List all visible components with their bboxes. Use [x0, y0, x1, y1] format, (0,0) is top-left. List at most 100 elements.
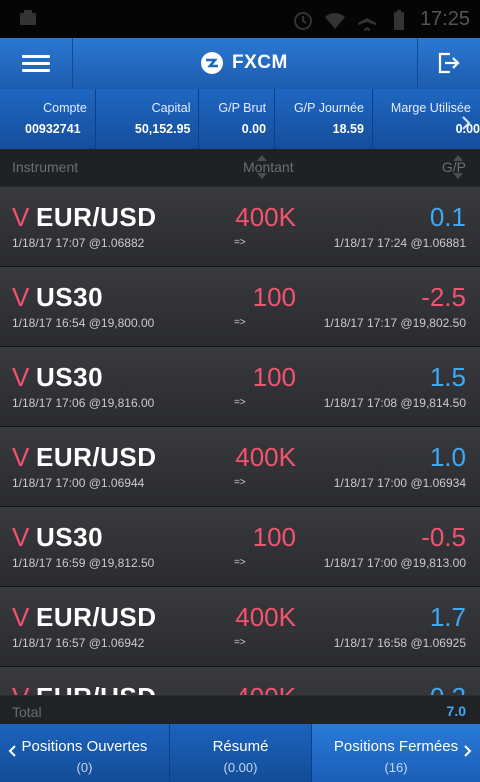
- position-arrow: =>: [234, 637, 246, 648]
- position-arrow: =>: [234, 477, 246, 488]
- position-side: V: [12, 202, 30, 232]
- position-side: V: [12, 282, 30, 312]
- position-close-info: 1/18/17 16:58 @1.06925: [333, 636, 466, 650]
- position-open-info: 1/18/17 17:07 @1.06882: [12, 236, 145, 250]
- tab-count: (16): [384, 760, 408, 775]
- wifi-icon: [324, 12, 345, 29]
- position-arrow: =>: [234, 237, 246, 248]
- position-open-info: 1/18/17 16:59 @19,812.50: [12, 556, 155, 570]
- summary-capital: Capital 50,152.95: [96, 89, 200, 149]
- photo-notification-icon: [20, 10, 36, 25]
- chevron-left-icon[interactable]: [8, 744, 18, 758]
- position-row[interactable]: V EUR/USD 400K 0.2: [0, 667, 480, 695]
- position-symbol: EUR/USD: [36, 602, 157, 632]
- position-pl: -0.5: [421, 522, 466, 552]
- position-pl: 1.7: [429, 602, 466, 632]
- summary-daily-pl: G/P Journée 18.59: [275, 89, 373, 149]
- brand: FXCM: [200, 51, 288, 75]
- position-arrow: =>: [234, 557, 246, 568]
- logout-icon: [438, 52, 460, 74]
- app-title: FXCM: [232, 52, 288, 73]
- position-close-info: 1/18/17 17:08 @19,814.50: [323, 396, 466, 410]
- tab-label: Positions Ouvertes: [21, 738, 148, 755]
- summary-label: G/P Journée: [293, 101, 364, 115]
- position-close-info: 1/18/17 17:17 @19,802.50: [323, 316, 466, 330]
- logout-button[interactable]: [417, 38, 480, 89]
- position-arrow: =>: [234, 397, 246, 408]
- tab-closed-positions[interactable]: Positions Fermées (16): [312, 724, 480, 782]
- column-instrument[interactable]: Instrument: [12, 159, 78, 175]
- positions-list[interactable]: V EUR/USD 400K 0.1 1/18/17 17:07 @1.0688…: [0, 187, 480, 695]
- position-row[interactable]: V US30 100 -2.5 1/18/17 16:54 @19,800.00…: [0, 267, 480, 347]
- position-side: V: [12, 682, 29, 695]
- menu-icon: [22, 55, 50, 58]
- total-row: Total 7.0: [0, 695, 480, 725]
- position-symbol: US30: [36, 522, 104, 552]
- summary-value: 0.00: [241, 122, 267, 136]
- position-amount: 400K: [235, 602, 296, 632]
- chevron-right-icon[interactable]: [462, 744, 472, 758]
- position-open-info: 1/18/17 16:57 @1.06942: [12, 636, 145, 650]
- status-time: 17:25: [419, 8, 470, 30]
- position-close-info: 1/18/17 17:00 @19,813.00: [323, 556, 466, 570]
- position-row[interactable]: V EUR/USD 400K 1.0 1/18/17 17:00 @1.0694…: [0, 427, 480, 507]
- position-arrow: =>: [234, 317, 246, 328]
- position-open-info: 1/18/17 16:54 @19,800.00: [12, 316, 155, 330]
- sort-icon: [257, 155, 267, 179]
- position-amount: 400K: [235, 682, 296, 695]
- position-close-info: 1/18/17 17:00 @1.06934: [333, 476, 466, 490]
- summary-value: 18.59: [332, 122, 364, 136]
- summary-gross-pl: G/P Brut 0.00: [199, 89, 276, 149]
- position-open-info: 1/18/17 17:00 @1.06944: [12, 476, 145, 490]
- alarm-icon: [293, 11, 312, 30]
- position-symbol: EUR/USD: [36, 202, 157, 232]
- position-pl: 0.1: [429, 202, 466, 232]
- summary-value: 00932741: [25, 122, 81, 136]
- sort-icon: [453, 155, 463, 179]
- tab-label: Positions Fermées: [333, 738, 459, 755]
- position-close-info: 1/18/17 17:24 @1.06881: [333, 236, 466, 250]
- position-row[interactable]: V EUR/USD 400K 0.1 1/18/17 17:07 @1.0688…: [0, 187, 480, 267]
- position-amount: 100: [252, 282, 296, 312]
- tab-count: (0.00): [223, 760, 258, 775]
- tab-open-positions[interactable]: Positions Ouvertes (0): [0, 724, 170, 782]
- menu-icon-bar: [22, 62, 50, 65]
- position-amount: 400K: [235, 202, 296, 232]
- position-pl: 1.5: [429, 362, 466, 392]
- position-symbol: US30: [36, 282, 104, 312]
- tab-count: (0): [76, 760, 93, 775]
- position-side: V: [12, 602, 30, 632]
- summary-account: Compte 00932741: [0, 89, 96, 149]
- summary-label: Capital: [151, 101, 191, 115]
- position-pl: 0.2: [430, 682, 466, 695]
- position-pl: -2.5: [421, 282, 466, 312]
- chevron-right-icon[interactable]: [456, 112, 476, 134]
- position-row[interactable]: V US30 100 1.5 1/18/17 17:06 @19,816.00 …: [0, 347, 480, 427]
- position-symbol: EUR/USD: [36, 682, 157, 695]
- position-side: V: [12, 442, 30, 472]
- column-header: Instrument Montant G/P: [0, 149, 480, 187]
- fxcm-logo-icon: [201, 52, 223, 74]
- account-summary[interactable]: Compte 00932741 Capital 50,152.95 G/P Br…: [0, 89, 480, 149]
- summary-label: G/P Brut: [218, 101, 267, 115]
- summary-label: Compte: [43, 101, 87, 115]
- summary-value: 50,152.95: [134, 122, 191, 136]
- position-open-info: 1/18/17 17:06 @19,816.00: [12, 396, 155, 410]
- battery-icon: [393, 9, 404, 30]
- app-bar: FXCM: [0, 38, 480, 89]
- column-amount[interactable]: Montant: [243, 159, 294, 175]
- position-symbol: US30: [36, 362, 104, 392]
- position-side: V: [12, 522, 30, 552]
- airplane-icon: [357, 9, 376, 31]
- status-bar: 17:25: [0, 0, 480, 38]
- position-row[interactable]: V US30 100 -0.5 1/18/17 16:59 @19,812.50…: [0, 507, 480, 587]
- position-amount: 100: [252, 522, 296, 552]
- menu-button[interactable]: [0, 38, 73, 89]
- tab-summary[interactable]: Résumé (0.00): [170, 724, 312, 782]
- position-side: V: [12, 362, 30, 392]
- total-label: Total: [12, 704, 42, 720]
- menu-icon-bar: [22, 69, 50, 72]
- position-pl: 1.0: [429, 442, 466, 472]
- position-row[interactable]: V EUR/USD 400K 1.7 1/18/17 16:57 @1.0694…: [0, 587, 480, 667]
- bottom-tabs: Positions Ouvertes (0) Résumé (0.00) Pos…: [0, 724, 480, 782]
